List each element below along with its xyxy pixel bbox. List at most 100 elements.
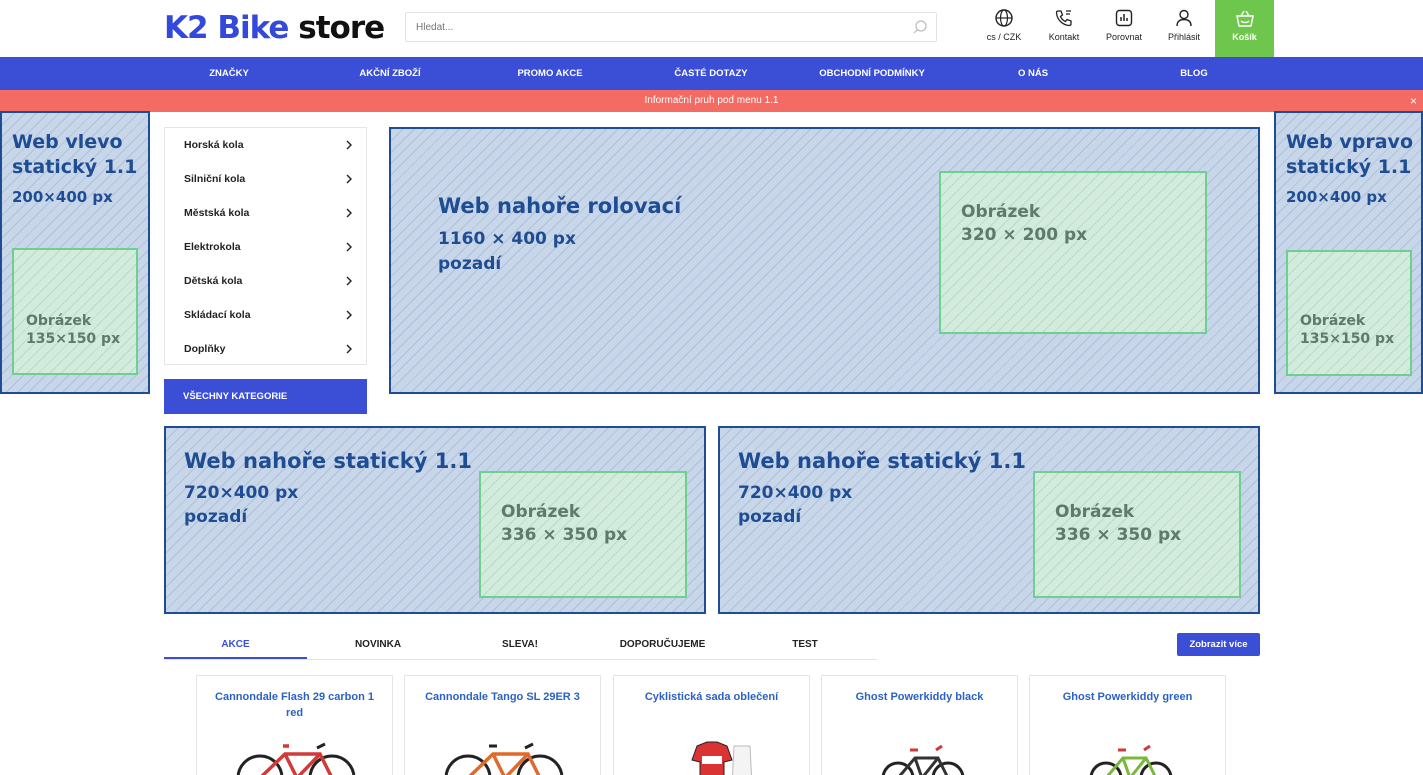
static-banner-image-label: Obrázek 336 × 350 px — [1055, 502, 1182, 545]
cart-button[interactable]: Košík — [1215, 0, 1274, 57]
static-banner-size: 720×400 px — [184, 483, 299, 503]
nav-item-blog[interactable]: BLOG — [1164, 57, 1224, 90]
product-card[interactable]: Cannondale Flash 29 carbon 1 red — [196, 675, 393, 775]
top-banner-title: Web nahoře rolovací — [438, 194, 682, 218]
static-banner-bg: pozadí — [184, 507, 248, 527]
top-banner-image: Obrázek 320 × 200 px — [939, 171, 1207, 334]
chevron-right-icon — [346, 174, 352, 184]
category-label: Městská kola — [184, 207, 250, 219]
nav-item-o-nas[interactable]: O NÁS — [1003, 57, 1063, 90]
language-currency-switch[interactable]: cs / CZK — [976, 8, 1032, 42]
tab-doporucujeme[interactable]: DOPORUČUJEME — [591, 633, 734, 659]
all-categories-button[interactable]: VŠECHNY KATEGORIE — [164, 379, 367, 414]
main-nav: ZNAČKY AKČNÍ ZBOŽÍ PROMO AKCE ČASTÉ DOTA… — [0, 57, 1423, 90]
static-banner-image: Obrázek 336 × 350 px — [1033, 471, 1241, 598]
category-label: Dětská kola — [184, 275, 243, 287]
right-static-banner[interactable]: Web vpravo statický 1.1 200×400 px Obráz… — [1274, 111, 1423, 394]
basket-icon — [1235, 10, 1254, 27]
tab-akce[interactable]: AKCE — [164, 633, 307, 659]
contact-link[interactable]: Kontakt — [1036, 8, 1092, 42]
info-bar: Informační pruh pod menu 1.1 × — [0, 90, 1423, 112]
compare-label: Porovnat — [1105, 32, 1143, 42]
product-image-kids-bike-icon — [881, 744, 965, 775]
product-card[interactable]: Ghost Powerkiddy green — [1029, 675, 1226, 775]
category-item-silnicni-kola[interactable]: Silniční kola — [165, 162, 366, 196]
nav-item-znacky[interactable]: ZNAČKY — [189, 57, 269, 90]
right-banner-title: Web vpravo statický 1.1 — [1286, 131, 1413, 178]
logo-store-text: store — [298, 10, 385, 46]
user-icon — [1176, 9, 1192, 27]
category-item-skladaci-kola[interactable]: Skládací kola — [165, 298, 366, 332]
chevron-right-icon — [346, 276, 352, 286]
left-static-banner[interactable]: Web vlevo statický 1.1 200×400 px Obráze… — [0, 111, 150, 394]
phone-icon — [1055, 10, 1072, 27]
product-card[interactable]: Ghost Powerkiddy black — [821, 675, 1018, 775]
cart-label: Košík — [1232, 32, 1257, 42]
chevron-right-icon — [346, 344, 352, 354]
chevron-right-icon — [346, 310, 352, 320]
info-bar-text: Informační pruh pod menu 1.1 — [644, 95, 779, 106]
category-label: Doplňky — [184, 343, 226, 355]
login-link[interactable]: Přihlásit — [1156, 8, 1212, 42]
product-title[interactable]: Ghost Powerkiddy green — [1038, 689, 1217, 705]
chevron-right-icon — [346, 140, 352, 150]
product-image-kids-bike-icon — [1089, 744, 1173, 775]
category-item-doplnky[interactable]: Doplňky — [165, 332, 366, 366]
nav-item-promo-akce[interactable]: PROMO AKCE — [500, 57, 600, 90]
product-image-bike-icon — [444, 742, 564, 775]
product-title[interactable]: Cannondale Tango SL 29ER 3 — [413, 689, 592, 705]
product-image-bike-icon — [236, 742, 356, 775]
left-banner-image-label: Obrázek 135×150 px — [26, 313, 121, 347]
globe-icon — [995, 9, 1013, 27]
chevron-right-icon — [346, 242, 352, 252]
product-title[interactable]: Ghost Powerkiddy black — [830, 689, 1009, 705]
category-item-horska-kola[interactable]: Horská kola — [165, 128, 366, 162]
category-item-detska-kola[interactable]: Dětská kola — [165, 264, 366, 298]
right-banner-image: Obrázek 135×150 px — [1286, 250, 1412, 376]
product-card[interactable]: Cyklistická sada oblečení — [613, 675, 810, 775]
logo-k2-text: K2 Bike — [164, 10, 289, 46]
nav-item-akcni-zbozi[interactable]: AKČNÍ ZBOŽÍ — [340, 57, 440, 90]
site-header: K2 Bike store cs / CZK Kontakt Porovnat … — [0, 0, 1423, 57]
search-icon[interactable] — [912, 19, 928, 35]
left-banner-image: Obrázek 135×150 px — [12, 248, 138, 375]
top-scrolling-banner[interactable]: Web nahoře rolovací 1160 × 400 px pozadí… — [389, 127, 1260, 394]
chevron-right-icon — [346, 208, 352, 218]
category-item-elektrokola[interactable]: Elektrokola — [165, 230, 366, 264]
product-title[interactable]: Cyklistická sada oblečení — [622, 689, 801, 705]
close-icon[interactable]: × — [1410, 90, 1417, 112]
static-banner-image-label: Obrázek 336 × 350 px — [501, 502, 628, 545]
category-item-mestska-kola[interactable]: Městská kola — [165, 196, 366, 230]
category-label: Horská kola — [184, 139, 244, 151]
show-more-button[interactable]: Zobrazit více — [1177, 633, 1260, 656]
left-banner-size: 200×400 px — [12, 188, 113, 206]
tab-novinka[interactable]: NOVINKA — [307, 633, 449, 659]
static-banner-title: Web nahoře statický 1.1 — [184, 449, 472, 473]
contact-label: Kontakt — [1048, 32, 1080, 42]
static-banner-bg: pozadí — [738, 507, 802, 527]
tab-sleva[interactable]: SLEVA! — [449, 633, 591, 659]
nav-item-caste-dotazy[interactable]: ČASTÉ DOTAZY — [656, 57, 766, 90]
category-menu: Horská kola Silniční kola Městská kola E… — [164, 127, 367, 365]
logo[interactable]: K2 Bike store — [164, 8, 385, 48]
tab-test[interactable]: TEST — [734, 633, 876, 659]
category-label: Skládací kola — [184, 309, 251, 321]
static-banner-1[interactable]: Web nahoře statický 1.1 720×400 px pozad… — [164, 426, 706, 614]
static-banner-size: 720×400 px — [738, 483, 853, 503]
nav-item-obchodni-podminky[interactable]: OBCHODNÍ PODMÍNKY — [812, 57, 932, 90]
search-box — [405, 12, 937, 42]
compare-link[interactable]: Porovnat — [1096, 8, 1152, 42]
compare-icon — [1115, 9, 1133, 27]
tabs-divider — [164, 659, 877, 660]
top-banner-image-label: Obrázek 320 × 200 px — [961, 202, 1088, 245]
login-label: Přihlásit — [1167, 32, 1200, 42]
product-card[interactable]: Cannondale Tango SL 29ER 3 — [404, 675, 601, 775]
static-banner-2[interactable]: Web nahoře statický 1.1 720×400 px pozad… — [718, 426, 1260, 614]
top-banner-size: 1160 × 400 px — [438, 229, 576, 249]
product-title[interactable]: Cannondale Flash 29 carbon 1 red — [205, 689, 384, 721]
search-input[interactable] — [406, 13, 886, 41]
top-banner-bg: pozadí — [438, 254, 502, 274]
right-banner-size: 200×400 px — [1286, 188, 1387, 206]
category-label: Silniční kola — [184, 173, 246, 185]
static-banner-title: Web nahoře statický 1.1 — [738, 449, 1026, 473]
